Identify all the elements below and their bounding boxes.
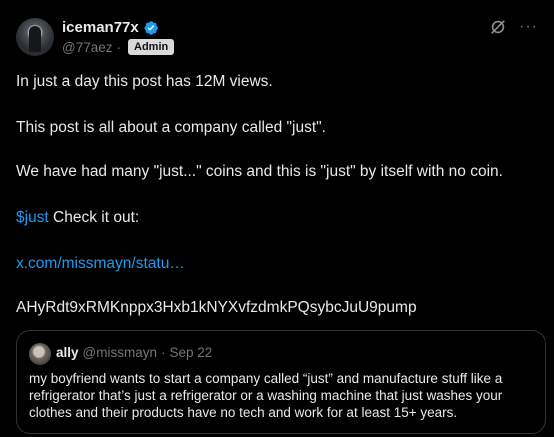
handle-separator: ·: [116, 39, 122, 55]
quote-date[interactable]: Sep 22: [170, 345, 213, 360]
status-link[interactable]: x.com/missmayn/statu…: [16, 254, 185, 274]
post-line-company: This post is all about a company called …: [16, 119, 326, 136]
quote-separator: ·: [161, 345, 166, 360]
quote-header: ally @missmayn · Sep 22: [56, 345, 212, 360]
post-header: iceman77x @77aez · Admin ···: [16, 18, 538, 58]
author-avatar[interactable]: [16, 18, 54, 56]
more-options-icon[interactable]: ···: [519, 18, 538, 36]
verified-check-icon: [144, 20, 158, 35]
quoted-post[interactable]: ally @missmayn · Sep 22 my boyfriend wan…: [16, 330, 546, 434]
author-name-row: iceman77x: [62, 19, 159, 36]
author-handle-row: @77aez · Admin: [62, 39, 175, 55]
contract-address: AHyRdt9xRMKnppx3Hxb1kNYXvfzdmkPQsybcJuU9…: [16, 299, 417, 316]
quote-author-handle[interactable]: @missmayn: [83, 345, 157, 360]
post-actions: ···: [489, 18, 538, 36]
post-line-views: In just a day this post has 12M views.: [16, 73, 273, 90]
quote-author-avatar[interactable]: [29, 343, 51, 365]
quote-author-name[interactable]: ally: [56, 345, 79, 360]
author-display-name[interactable]: iceman77x: [62, 19, 139, 36]
admin-badge: Admin: [128, 39, 175, 55]
quote-text: my boyfriend wants to start a company ca…: [29, 371, 503, 420]
post-line-coins: We have had many "just..." coins and thi…: [16, 163, 503, 180]
cashtag-link[interactable]: $just: [16, 209, 49, 226]
post-line-cashtag: $just Check it out:: [16, 208, 139, 228]
grok-icon[interactable]: [489, 18, 507, 36]
check-it-out-text: Check it out:: [48, 209, 140, 226]
author-handle[interactable]: @77aez: [62, 40, 113, 55]
